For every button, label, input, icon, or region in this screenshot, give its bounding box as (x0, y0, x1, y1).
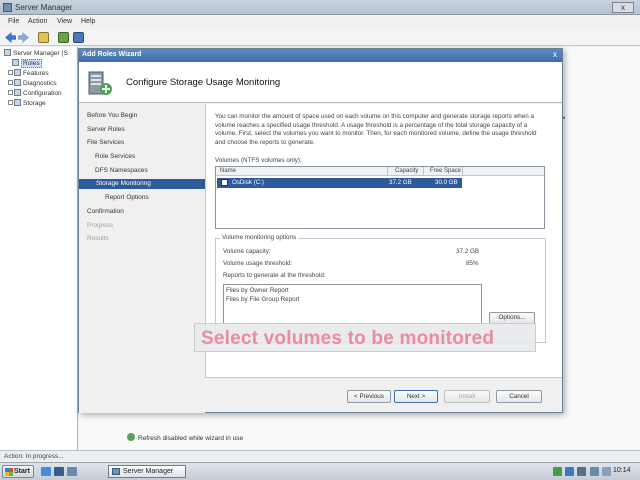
volume-capacity: 37.2 GB (389, 179, 412, 186)
wizard-titlebar[interactable]: Add Roles Wizard x (79, 49, 562, 62)
reports-label: Reports to generate at the threshold: (223, 272, 326, 279)
wizard-title: Add Roles Wizard (82, 51, 142, 58)
folder-up-icon[interactable] (38, 32, 49, 43)
add-roles-wizard-dialog: Add Roles Wizard x Configure Storage Usa… (78, 48, 563, 413)
roles-icon (12, 59, 19, 66)
step-results: Results (87, 235, 109, 242)
expand-icon[interactable] (8, 90, 13, 95)
close-button[interactable]: x (612, 2, 634, 13)
caption-overlay: Select volumes to be monitored (194, 323, 536, 352)
menu-file[interactable]: File (8, 18, 19, 25)
start-button[interactable]: Start (2, 465, 34, 478)
refresh-note: Refresh disabled while wizard in use (127, 433, 243, 442)
wizard-page-heading: Configure Storage Usage Monitoring (126, 77, 281, 88)
tree-item-storage[interactable]: Storage (8, 99, 46, 107)
server-role-add-icon (88, 71, 112, 95)
step-before-you-begin[interactable]: Before You Begin (87, 111, 137, 121)
threshold-value: 85% (466, 260, 479, 267)
storage-icon (14, 99, 21, 106)
step-storage-monitoring[interactable]: Storage Monitoring (79, 179, 205, 189)
tree-item-diagnostics[interactable]: Diagnostics (8, 79, 57, 87)
show-hide-tree-icon[interactable] (58, 32, 69, 43)
tree-item-roles[interactable]: Roles (12, 59, 42, 68)
quick-launch-server-manager-icon[interactable] (41, 467, 51, 476)
capacity-value: 37.2 GB (456, 248, 480, 255)
options-group-legend: Volume monitoring options (220, 234, 299, 241)
console-tree: Server Manager (S Roles Features Diagnos… (0, 47, 78, 450)
step-role-services[interactable]: Role Services (95, 152, 135, 162)
features-icon (14, 69, 21, 76)
server-icon (4, 49, 11, 56)
menu-help[interactable]: Help (81, 18, 95, 25)
expand-icon[interactable] (8, 70, 13, 75)
forward-arrow-icon[interactable] (18, 32, 29, 43)
windows-logo-icon (5, 468, 13, 476)
back-arrow-icon[interactable] (5, 32, 16, 43)
tray-volume-icon[interactable] (577, 467, 586, 476)
list-item: Files by Owner Report (226, 287, 289, 294)
volume-name: OsDisk (C:) (232, 179, 264, 186)
capacity-label: Volume capacity: (223, 248, 271, 255)
volumes-list-header: Name Capacity Free Space (216, 167, 544, 176)
quick-launch-powershell-icon[interactable] (54, 467, 64, 476)
wizard-step-list: Before You Begin Server Roles File Servi… (79, 104, 205, 413)
clock[interactable]: 10:14 (613, 467, 631, 474)
column-header-capacity[interactable]: Capacity (395, 168, 418, 174)
step-server-roles[interactable]: Server Roles (87, 125, 125, 135)
next-button[interactable]: Next > (394, 390, 438, 403)
caption-text: Select volumes to be monitored (201, 328, 495, 349)
taskbar-item-server-manager[interactable]: Server Manager (108, 465, 186, 478)
previous-button[interactable]: < Previous (347, 390, 391, 403)
column-header-name[interactable]: Name (220, 168, 236, 174)
quick-launch-explorer-icon[interactable] (67, 467, 77, 476)
wizard-close-button[interactable]: x (551, 51, 559, 59)
volume-free-space: 30.0 GB (435, 179, 458, 186)
volumes-label: Volumes (NTFS volumes only): (215, 157, 302, 164)
step-confirmation[interactable]: Confirmation (87, 207, 124, 217)
server-manager-title: Server Manager (15, 3, 73, 12)
step-report-options[interactable]: Report Options (105, 193, 149, 203)
wizard-header: Configure Storage Usage Monitoring (79, 62, 562, 103)
diagnostics-icon (14, 79, 21, 86)
toolbar (0, 30, 640, 46)
expand-icon[interactable] (8, 80, 13, 85)
taskbar: Start Server Manager 10:14 (0, 462, 640, 480)
volumes-list[interactable]: Name Capacity Free Space ✓ OsDisk (C:) 3… (215, 166, 545, 229)
help-icon[interactable] (73, 32, 84, 43)
tray-action-center-icon[interactable] (602, 467, 611, 476)
menu-action[interactable]: Action (28, 18, 47, 25)
tree-item-server-manager[interactable]: Server Manager (S (4, 49, 68, 57)
step-progress: Progress (87, 222, 114, 229)
tray-monitor-icon[interactable] (565, 467, 574, 476)
status-bar: Action: In progress... (0, 450, 640, 462)
list-item: Files by File Group Report (226, 296, 300, 303)
server-manager-titlebar[interactable]: Server Manager x (0, 0, 640, 15)
cancel-button[interactable]: Cancel (496, 390, 542, 403)
menu-view[interactable]: View (57, 18, 72, 25)
tree-item-configuration[interactable]: Configuration (8, 89, 62, 97)
menu-bar: File Action View Help (0, 16, 640, 29)
status-text: Action: In progress... (4, 453, 64, 460)
volume-checkbox[interactable]: ✓ (221, 179, 228, 186)
tray-security-icon[interactable] (590, 467, 599, 476)
install-button: Install (444, 390, 490, 403)
page-description: You can monitor the amount of space used… (215, 113, 537, 146)
step-dfs-namespaces[interactable]: DFS Namespaces (95, 166, 148, 176)
refresh-icon (127, 433, 135, 441)
footer-divider (205, 377, 562, 378)
threshold-label: Volume usage threshold: (223, 260, 293, 267)
table-row[interactable]: ✓ OsDisk (C:) 37.2 GB 30.0 GB (217, 178, 462, 188)
expand-icon[interactable] (8, 100, 13, 105)
step-file-services[interactable]: File Services (87, 138, 124, 148)
column-header-free-space[interactable]: Free Space (430, 168, 461, 174)
tree-item-features[interactable]: Features (8, 69, 49, 77)
server-manager-icon (112, 468, 120, 475)
configuration-icon (14, 89, 21, 96)
tray-network-icon[interactable] (553, 467, 562, 476)
server-manager-icon (3, 3, 12, 12)
reports-list: Files by Owner Report Files by File Grou… (223, 284, 482, 324)
